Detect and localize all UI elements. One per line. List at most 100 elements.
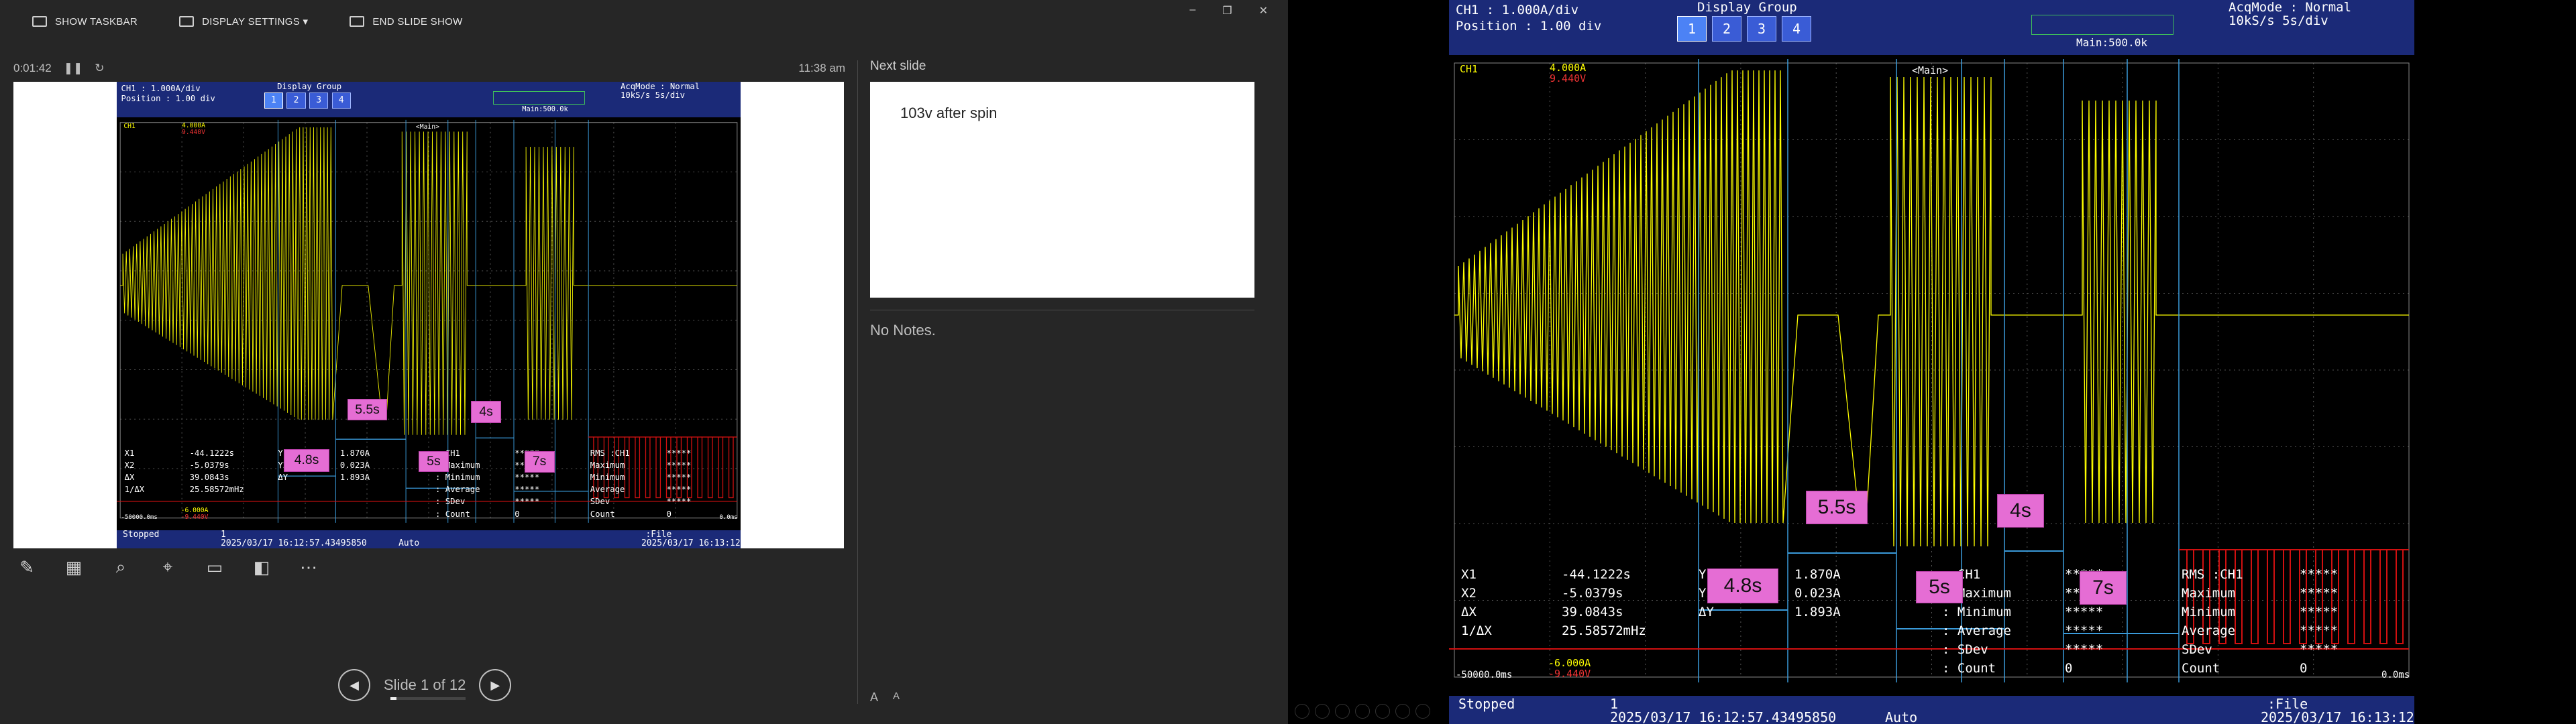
- trigger-timestamp: 2025/03/17 16:12:57.43495850: [1610, 709, 1837, 724]
- stat2-label: SDev: [2182, 642, 2212, 657]
- stat-value: *****: [515, 497, 540, 507]
- ch1-marker: CH1: [1460, 63, 1479, 75]
- ch2-lower-offset: -9.440V: [1548, 668, 1591, 680]
- cursor-row-value: 39.0843s: [1562, 605, 1623, 619]
- current-slide-preview[interactable]: CH1 : 1.000A/div Position : 1.00 div Displ…: [13, 82, 844, 548]
- next-slide-button[interactable]: ▶: [479, 669, 512, 701]
- duration-annotation: 5s: [418, 450, 449, 472]
- duration-annotation: 5s: [1916, 571, 1963, 603]
- display-settings-button[interactable]: DISPLAY SETTINGS ▾: [179, 15, 308, 27]
- laser-pointer-icon[interactable]: ⌖: [154, 554, 181, 581]
- presenter-toolbar: SHOW TASKBAR DISPLAY SETTINGS ▾ END SLID…: [0, 0, 1288, 43]
- next-slide-text: 103v after spin: [900, 105, 998, 121]
- decrease-font-button[interactable]: A: [893, 690, 900, 705]
- timer-row: 0:01:42 ❚❚ ↻ 11:38 am: [13, 62, 845, 78]
- cursor-row-value: -5.0379s: [1562, 586, 1623, 601]
- position-readout: Position : 1.00 div: [1456, 19, 1602, 34]
- taskbar-icon: [32, 16, 47, 27]
- camera-icon[interactable]: ◧: [248, 554, 275, 581]
- show-taskbar-label: SHOW TASKBAR: [55, 15, 138, 27]
- show-taskbar-button[interactable]: SHOW TASKBAR: [32, 16, 138, 27]
- stat2-value: *****: [2300, 567, 2339, 582]
- pause-icon[interactable]: ❚❚: [64, 62, 83, 75]
- stat2-value: *****: [2300, 642, 2339, 657]
- increase-font-button[interactable]: A: [870, 690, 878, 705]
- cursor-row-value: -44.1222s: [1562, 567, 1631, 582]
- more-options-icon[interactable]: ⋯: [295, 554, 322, 581]
- cursor-row-name: X2: [1461, 586, 1477, 601]
- cursor-row-value: -44.1222s: [189, 448, 235, 459]
- pen-icon[interactable]: [1335, 704, 1350, 719]
- end-show-icon: [350, 16, 365, 27]
- next-icon[interactable]: [1315, 704, 1330, 719]
- duration-annotation: 7s: [524, 450, 555, 473]
- display-group-button[interactable]: 4: [1782, 16, 1811, 42]
- display-group-button[interactable]: 3: [309, 92, 329, 109]
- cursor-row-name: 1/ΔX: [124, 485, 145, 495]
- display-group-button[interactable]: 2: [1712, 16, 1741, 42]
- next-slide-preview[interactable]: 103v after spin: [870, 82, 1254, 298]
- slides-grid-icon[interactable]: ▦: [60, 554, 87, 581]
- more-options-icon[interactable]: [1415, 704, 1430, 719]
- stat2-value: *****: [2300, 605, 2339, 619]
- cursor-row-value: -5.0379s: [189, 461, 229, 471]
- cursor-row-name: X2: [124, 461, 135, 471]
- ch1-lower-scale: -6.000A: [1548, 657, 1591, 669]
- display-group-button[interactable]: 1: [264, 92, 284, 109]
- display-group-button[interactable]: 4: [331, 92, 351, 109]
- stat-value: *****: [2065, 623, 2104, 638]
- ch1-scale-readout: CH1 : 1.000A/div: [1456, 3, 1579, 17]
- sample-rate-readout: 10kS/s 5s/div: [620, 90, 685, 101]
- stat2-value: *****: [2300, 623, 2339, 638]
- duration-annotation: 4.8s: [1707, 568, 1778, 603]
- y-cursor-value: 0.023A: [339, 461, 370, 471]
- display-group-button[interactable]: 2: [286, 92, 306, 109]
- stat2-value: *****: [2300, 586, 2339, 601]
- cursor-row-name: ΔX: [124, 473, 135, 483]
- acquisition-status: Stopped: [123, 530, 160, 540]
- restart-icon[interactable]: ↻: [95, 62, 104, 75]
- y-cursor-value: 1.870A: [339, 448, 370, 459]
- y-cursor-value: 1.893A: [1794, 605, 1841, 619]
- clock-timestamp: 2025/03/17 16:13:12: [2261, 709, 2414, 724]
- next-slide-label: Next slide: [870, 59, 926, 73]
- stat2-value: 0: [2300, 661, 2308, 676]
- extended-display: CH1 : 1.000A/div Position : 1.00 div Displ…: [1288, 0, 2576, 724]
- speaker-notes[interactable]: No Notes.: [870, 322, 936, 339]
- camera-icon[interactable]: [1395, 704, 1410, 719]
- previous-slide-button[interactable]: ◀: [338, 669, 370, 701]
- prev-icon[interactable]: [1295, 704, 1309, 719]
- stat-label: : SDev: [435, 497, 466, 507]
- pen-icon[interactable]: ✎: [13, 554, 40, 581]
- cursor-row-value: 25.58572mHz: [1562, 623, 1646, 638]
- end-slide-show-button[interactable]: END SLIDE SHOW: [350, 16, 462, 27]
- pane-separator[interactable]: [857, 60, 858, 704]
- y-cursor-value: 1.893A: [339, 473, 370, 483]
- presenter-view: SHOW TASKBAR DISPLAY SETTINGS ▾ END SLID…: [0, 0, 1288, 724]
- slideshow-overlay-controls: [1295, 704, 1430, 719]
- restore-button[interactable]: ❐: [1222, 4, 1232, 17]
- stat2-label: Maximum: [2182, 586, 2236, 601]
- stat2-label: SDev: [590, 497, 610, 507]
- duration-annotation: 5.5s: [1806, 491, 1868, 524]
- display-group-button[interactable]: 3: [1747, 16, 1776, 42]
- time-axis-right: 0.0ms: [2381, 670, 2410, 680]
- position-readout: Position : 1.00 div: [121, 94, 215, 104]
- cursor-row-name: X1: [124, 448, 135, 459]
- stat2-label: Minimum: [590, 473, 625, 483]
- duration-annotation: 4s: [1997, 494, 2044, 528]
- close-button[interactable]: ✕: [1259, 4, 1268, 17]
- trigger-mode: Auto: [1885, 709, 1918, 724]
- stat-label: : Minimum: [1942, 605, 2011, 619]
- zoom-icon[interactable]: [1375, 704, 1390, 719]
- zoom-window-indicator: [2031, 15, 2174, 35]
- slides-grid-icon[interactable]: [1355, 704, 1370, 719]
- minimize-button[interactable]: –: [1189, 4, 1195, 17]
- slide-counter: Slide 1 of 12: [384, 676, 466, 693]
- stat-value: 0: [2065, 661, 2073, 676]
- zoom-icon[interactable]: ⌕: [107, 554, 134, 581]
- black-screen-icon[interactable]: ▭: [201, 554, 228, 581]
- stat-value: *****: [515, 485, 540, 495]
- display-group-button[interactable]: 1: [1677, 16, 1707, 42]
- stat-label: : Count: [1942, 661, 1996, 676]
